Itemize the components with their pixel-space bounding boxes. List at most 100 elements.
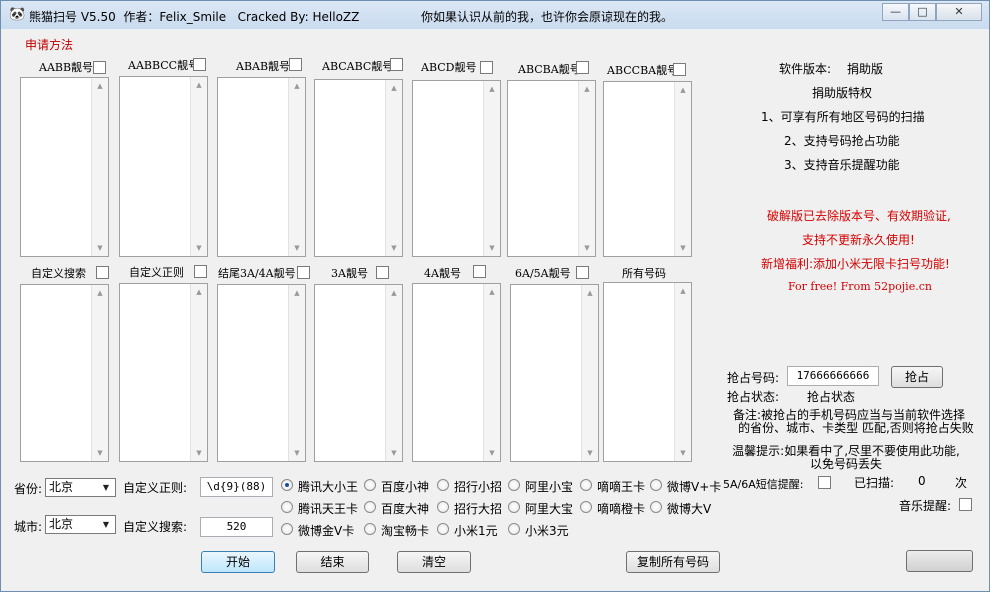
scroll-down-icon[interactable]: ▼ — [484, 244, 500, 252]
radio-baidu-ds[interactable] — [364, 501, 376, 513]
grab-button[interactable]: 抢占 — [891, 366, 943, 388]
scroll-down-icon[interactable]: ▼ — [191, 449, 207, 457]
scroll-down-icon[interactable]: ▼ — [92, 244, 108, 252]
checkbox-custom-search[interactable] — [96, 266, 109, 279]
scroll-up-icon[interactable]: ▲ — [92, 289, 108, 297]
title-bar[interactable]: 🐼 熊猫扫号 V5.50 作者：Felix_Smile Cracked By: … — [1, 1, 989, 29]
list-abcd[interactable]: ▲ ▼ — [412, 80, 501, 257]
start-button[interactable]: 开始 — [201, 551, 275, 573]
radio-tencent-dxw[interactable] — [281, 479, 293, 491]
scroll-down-icon[interactable]: ▼ — [386, 449, 402, 457]
radio-cmb-xz[interactable] — [437, 479, 449, 491]
scroll-up-icon[interactable]: ▲ — [289, 289, 305, 297]
scroll-up-icon[interactable]: ▲ — [579, 85, 595, 93]
checkbox-6a5a[interactable] — [576, 266, 589, 279]
list-scrollbar[interactable]: ▲ ▼ — [385, 285, 402, 461]
search-input[interactable]: 520 — [200, 517, 273, 537]
list-all-numbers[interactable]: ▲ ▼ — [603, 282, 692, 462]
scroll-up-icon[interactable]: ▲ — [386, 84, 402, 92]
scroll-up-icon[interactable]: ▲ — [675, 287, 691, 295]
scroll-up-icon[interactable]: ▲ — [191, 288, 207, 296]
scroll-up-icon[interactable]: ▲ — [386, 289, 402, 297]
scroll-up-icon[interactable]: ▲ — [92, 82, 108, 90]
stop-button[interactable]: 结束 — [296, 551, 369, 573]
scroll-up-icon[interactable]: ▲ — [675, 86, 691, 94]
radio-didi-wk[interactable] — [580, 479, 592, 491]
radio-ali-xb[interactable] — [508, 479, 520, 491]
list-abccba[interactable]: ▲ ▼ — [603, 81, 692, 257]
regex-input[interactable]: \d{9}(88) — [200, 477, 273, 497]
scroll-down-icon[interactable]: ▼ — [579, 244, 595, 252]
list-scrollbar[interactable]: ▲ ▼ — [91, 78, 108, 256]
list-custom-regex[interactable]: ▲ ▼ — [119, 283, 208, 462]
scroll-down-icon[interactable]: ▼ — [582, 449, 598, 457]
close-button[interactable]: ✕ — [936, 3, 982, 21]
scroll-up-icon[interactable]: ▲ — [289, 82, 305, 90]
list-3a[interactable]: ▲ ▼ — [314, 284, 403, 462]
list-scrollbar[interactable]: ▲ ▼ — [674, 82, 691, 256]
list-tail-3a4a[interactable]: ▲ ▼ — [217, 284, 306, 462]
checkbox-abcba[interactable] — [576, 61, 589, 74]
list-scrollbar[interactable]: ▲ ▼ — [581, 285, 598, 461]
province-select[interactable]: 北京 ▼ — [45, 478, 116, 497]
radio-weibo-dv[interactable] — [650, 501, 662, 513]
list-scrollbar[interactable]: ▲ ▼ — [91, 285, 108, 461]
sms-reminder-checkbox[interactable] — [818, 476, 831, 489]
radio-tencent-twk[interactable] — [281, 501, 293, 513]
list-aabbcc[interactable]: ▲ ▼ — [119, 76, 208, 257]
list-abcabc[interactable]: ▲ ▼ — [314, 79, 403, 257]
scroll-down-icon[interactable]: ▼ — [289, 244, 305, 252]
maximize-button[interactable]: □ — [909, 3, 936, 21]
checkbox-custom-regex[interactable] — [194, 265, 207, 278]
checkbox-4a[interactable] — [473, 265, 486, 278]
list-scrollbar[interactable]: ▲ ▼ — [288, 78, 305, 256]
checkbox-abcabc[interactable] — [390, 58, 403, 71]
list-scrollbar[interactable]: ▲ ▼ — [190, 284, 207, 461]
scroll-up-icon[interactable]: ▲ — [582, 289, 598, 297]
list-custom-search[interactable]: ▲ ▼ — [20, 284, 109, 462]
scroll-up-icon[interactable]: ▲ — [484, 85, 500, 93]
radio-didi-ck[interactable] — [580, 501, 592, 513]
blank-button[interactable] — [906, 550, 973, 572]
checkbox-abcd[interactable] — [480, 61, 493, 74]
scroll-down-icon[interactable]: ▼ — [484, 449, 500, 457]
grab-number-input[interactable]: 17666666666 — [787, 366, 879, 386]
minimize-button[interactable]: — — [882, 3, 909, 21]
list-abab[interactable]: ▲ ▼ — [217, 77, 306, 257]
scroll-down-icon[interactable]: ▼ — [289, 449, 305, 457]
radio-cmb-dz[interactable] — [437, 501, 449, 513]
radio-baidu-xs[interactable] — [364, 479, 376, 491]
apply-method-link[interactable]: 申请方法 — [25, 36, 73, 53]
radio-taobao-ck[interactable] — [364, 523, 376, 535]
list-scrollbar[interactable]: ▲ ▼ — [385, 80, 402, 256]
list-scrollbar[interactable]: ▲ ▼ — [483, 284, 500, 461]
radio-weibo-vplus[interactable] — [650, 479, 662, 491]
clear-button[interactable]: 清空 — [397, 551, 471, 573]
list-scrollbar[interactable]: ▲ ▼ — [578, 81, 595, 256]
radio-weibo-jvk[interactable] — [281, 523, 293, 535]
list-6a5a[interactable]: ▲ ▼ — [510, 284, 599, 462]
radio-xiaomi-3[interactable] — [508, 523, 520, 535]
checkbox-abab[interactable] — [289, 58, 302, 71]
scroll-up-icon[interactable]: ▲ — [484, 288, 500, 296]
list-scrollbar[interactable]: ▲ ▼ — [674, 283, 691, 461]
scroll-down-icon[interactable]: ▼ — [191, 244, 207, 252]
music-reminder-checkbox[interactable] — [959, 498, 972, 511]
scroll-up-icon[interactable]: ▲ — [191, 81, 207, 89]
checkbox-aabb[interactable] — [93, 61, 106, 74]
radio-ali-db[interactable] — [508, 501, 520, 513]
city-select[interactable]: 北京 ▼ — [45, 515, 116, 534]
copy-all-button[interactable]: 复制所有号码 — [626, 551, 720, 573]
checkbox-tail-3a4a[interactable] — [297, 266, 310, 279]
checkbox-abccba[interactable] — [673, 63, 686, 76]
list-scrollbar[interactable]: ▲ ▼ — [288, 285, 305, 461]
list-scrollbar[interactable]: ▲ ▼ — [483, 81, 500, 256]
radio-xiaomi-1[interactable] — [437, 523, 449, 535]
scroll-down-icon[interactable]: ▼ — [386, 244, 402, 252]
scroll-down-icon[interactable]: ▼ — [675, 449, 691, 457]
list-aabb[interactable]: ▲ ▼ — [20, 77, 109, 257]
list-4a[interactable]: ▲ ▼ — [412, 283, 501, 462]
checkbox-3a[interactable] — [376, 266, 389, 279]
checkbox-aabbcc[interactable] — [193, 58, 206, 71]
list-scrollbar[interactable]: ▲ ▼ — [190, 77, 207, 256]
